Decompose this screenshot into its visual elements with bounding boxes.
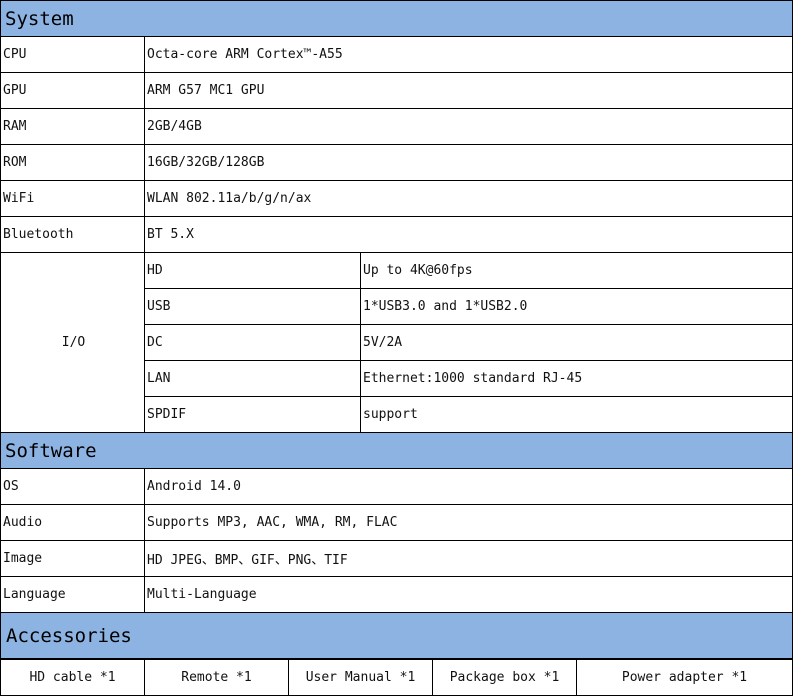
row-label: Language [0,576,145,613]
io-value: Ethernet:1000 standard RJ-45 [360,360,793,397]
row-value: Supports MP3, AAC, WMA, RM, FLAC [144,504,793,541]
table-row: Image HD JPEG、BMP、GIF、PNG、TIF [0,540,793,577]
accessories-table: HD cable *1 Remote *1 User Manual *1 Pac… [0,659,793,696]
row-label: Audio [0,504,145,541]
row-value: ARM G57 MC1 GPU [144,72,793,109]
table-row: OS Android 14.0 [0,468,793,505]
accessories-section-title: Accessories [0,612,793,659]
io-port: USB [144,288,361,325]
table-row: CPU Octa-core ARM Cortex™-A55 [0,36,793,73]
spec-table: System CPU Octa-core ARM Cortex™-A55 GPU… [0,0,793,659]
row-value: 2GB/4GB [144,108,793,145]
row-label: RAM [0,108,145,145]
io-label: I/O [0,252,145,433]
row-value: HD JPEG、BMP、GIF、PNG、TIF [144,540,793,577]
accessory-item: User Manual *1 [288,659,433,696]
accessory-item: Power adapter *1 [576,659,793,696]
table-row: Bluetooth BT 5.X [0,216,793,253]
row-value: WLAN 802.11a/b/g/n/ax [144,180,793,217]
io-port: LAN [144,360,361,397]
io-row: I/O HD Up to 4K@60fps [0,252,793,433]
table-row: GPU ARM G57 MC1 GPU [0,72,793,109]
software-section-title: Software [0,432,793,469]
accessory-item: HD cable *1 [0,659,145,696]
row-label: OS [0,468,145,505]
io-value: Up to 4K@60fps [360,252,793,289]
io-port: HD [144,252,361,289]
io-port: DC [144,324,361,361]
io-value: 1*USB3.0 and 1*USB2.0 [360,288,793,325]
table-row: Audio Supports MP3, AAC, WMA, RM, FLAC [0,504,793,541]
row-label: Image [0,540,145,577]
accessory-item: Remote *1 [144,659,289,696]
row-label: GPU [0,72,145,109]
row-label: WiFi [0,180,145,217]
io-value: 5V/2A [360,324,793,361]
row-value: BT 5.X [144,216,793,253]
software-header-row: Software [0,432,793,469]
table-row: Language Multi-Language [0,576,793,613]
accessories-row: HD cable *1 Remote *1 User Manual *1 Pac… [0,659,793,696]
accessory-item: Package box *1 [432,659,577,696]
table-row: RAM 2GB/4GB [0,108,793,145]
system-header-row: System [0,0,793,37]
system-section-title: System [0,0,793,37]
row-label: CPU [0,36,145,73]
row-value: Octa-core ARM Cortex™-A55 [144,36,793,73]
io-port: SPDIF [144,396,361,433]
row-value: Multi-Language [144,576,793,613]
accessories-header-row: Accessories [0,612,793,659]
row-label: ROM [0,144,145,181]
row-label: Bluetooth [0,216,145,253]
io-value: support [360,396,793,433]
spec-sheet: System CPU Octa-core ARM Cortex™-A55 GPU… [0,0,793,697]
row-value: 16GB/32GB/128GB [144,144,793,181]
row-value: Android 14.0 [144,468,793,505]
table-row: WiFi WLAN 802.11a/b/g/n/ax [0,180,793,217]
table-row: ROM 16GB/32GB/128GB [0,144,793,181]
